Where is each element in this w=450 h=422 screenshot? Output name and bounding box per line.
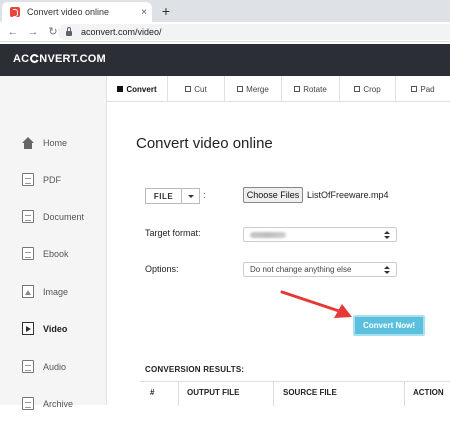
- sidebar-item-ebook[interactable]: Ebook: [0, 235, 107, 272]
- tab-merge[interactable]: Merge: [225, 76, 282, 102]
- checkbox-icon: [411, 86, 418, 92]
- back-button[interactable]: ←: [6, 26, 20, 38]
- site-logo[interactable]: AC NVERT.COM: [13, 53, 106, 65]
- checkbox-icon: [117, 86, 124, 92]
- sidebar-item-audio[interactable]: Audio: [0, 348, 107, 385]
- tab-close-icon[interactable]: ×: [136, 7, 152, 18]
- video-icon: [22, 322, 34, 335]
- tab-label: Merge: [246, 84, 269, 94]
- column-header-output-file: OUTPUT FILE: [187, 388, 240, 397]
- sidebar-item-pdf[interactable]: PDF: [0, 161, 107, 198]
- column-divider: [178, 382, 179, 406]
- audio-icon: [22, 360, 34, 373]
- sidebar-item-archive[interactable]: Archive: [0, 385, 107, 422]
- sidebar-item-label: Video: [43, 323, 68, 334]
- select-arrows-icon: [384, 231, 390, 239]
- tool-tabs: Convert Cut Merge Rotate Crop Pad: [107, 76, 450, 102]
- tab-convert[interactable]: Convert: [107, 76, 168, 102]
- file-button[interactable]: FILE: [145, 188, 182, 204]
- browser-tab-bar: Convert video online × +: [0, 0, 450, 22]
- choose-files-button[interactable]: Choose Files: [243, 187, 303, 203]
- sidebar-item-image[interactable]: Image: [0, 273, 107, 310]
- tab-crop[interactable]: Crop: [340, 76, 396, 102]
- pdf-icon: [22, 173, 34, 186]
- new-tab-button[interactable]: +: [158, 2, 174, 20]
- tab-rotate[interactable]: Rotate: [282, 76, 340, 102]
- options-select[interactable]: Do not change anything else: [243, 262, 397, 277]
- logo-text-left: AC: [13, 53, 30, 65]
- column-divider: [404, 382, 405, 406]
- home-icon: [22, 137, 34, 150]
- target-format-select[interactable]: [243, 227, 397, 242]
- sidebar-item-home[interactable]: Home: [0, 124, 107, 161]
- tab-label: Convert: [126, 84, 157, 94]
- sidebar-item-label: Image: [43, 286, 69, 297]
- select-arrows-icon: [384, 266, 390, 274]
- page-title: Convert video online: [136, 135, 273, 152]
- address-bar: ← → ↻ aconvert.com/video/: [0, 22, 450, 42]
- chevron-down-icon[interactable]: [182, 188, 200, 204]
- tab-label: Pad: [420, 84, 435, 94]
- file-source-dropdown[interactable]: FILE: [145, 188, 200, 204]
- logo-text-right: NVERT.COM: [39, 53, 106, 65]
- image-icon: [22, 285, 34, 298]
- sidebar: Home PDF Document Ebook Image Video Audi…: [0, 76, 107, 410]
- chosen-file-name: ListOfFreeware.mp4: [307, 190, 389, 200]
- site-header: AC NVERT.COM: [0, 44, 450, 76]
- tab-label: Cut: [194, 84, 207, 94]
- sidebar-item-label: Document: [43, 211, 85, 222]
- blurred-format-value: [250, 232, 286, 238]
- column-header-action: ACTION: [413, 388, 444, 397]
- checkbox-icon: [237, 86, 244, 92]
- tab-cut[interactable]: Cut: [168, 76, 225, 102]
- column-header-source-file: SOURCE FILE: [283, 388, 337, 397]
- document-icon: [22, 210, 34, 223]
- red-arrow-annotation-icon: [280, 290, 352, 318]
- lock-icon: [66, 26, 72, 36]
- tab-pad[interactable]: Pad: [396, 76, 450, 102]
- column-divider: [273, 382, 274, 406]
- sidebar-item-label: Home: [43, 137, 68, 148]
- options-label: Options:: [145, 264, 179, 274]
- sidebar-item-document[interactable]: Document: [0, 198, 107, 235]
- aconvert-favicon-icon: [10, 7, 20, 17]
- tab-label: Crop: [363, 84, 381, 94]
- url-text: aconvert.com/video/: [81, 27, 162, 37]
- convert-now-button[interactable]: Convert Now!: [353, 315, 425, 336]
- sidebar-item-label: Audio: [43, 361, 67, 372]
- url-field[interactable]: aconvert.com/video/: [58, 24, 450, 40]
- sidebar-item-label: Ebook: [43, 248, 69, 259]
- archive-icon: [22, 397, 34, 410]
- ebook-icon: [22, 247, 34, 260]
- checkbox-icon: [185, 86, 192, 92]
- options-value: Do not change anything else: [250, 265, 352, 274]
- sidebar-item-video[interactable]: Video: [0, 310, 107, 347]
- sidebar-item-label: Archive: [43, 398, 74, 409]
- logo-o-icon: [29, 54, 40, 63]
- checkbox-icon: [294, 86, 301, 92]
- results-table-header: # OUTPUT FILE SOURCE FILE ACTION: [140, 381, 450, 406]
- browser-tab-title: Convert video online: [27, 7, 110, 17]
- sidebar-item-label: PDF: [43, 174, 61, 185]
- tab-label: Rotate: [303, 84, 327, 94]
- conversion-results-title: CONVERSION RESULTS:: [145, 365, 245, 374]
- target-format-label: Target format:: [145, 228, 201, 238]
- file-colon: :: [203, 190, 206, 200]
- column-header-number: #: [150, 388, 155, 397]
- checkbox-icon: [354, 86, 361, 92]
- browser-tab[interactable]: Convert video online ×: [2, 2, 152, 22]
- forward-button[interactable]: →: [26, 26, 40, 38]
